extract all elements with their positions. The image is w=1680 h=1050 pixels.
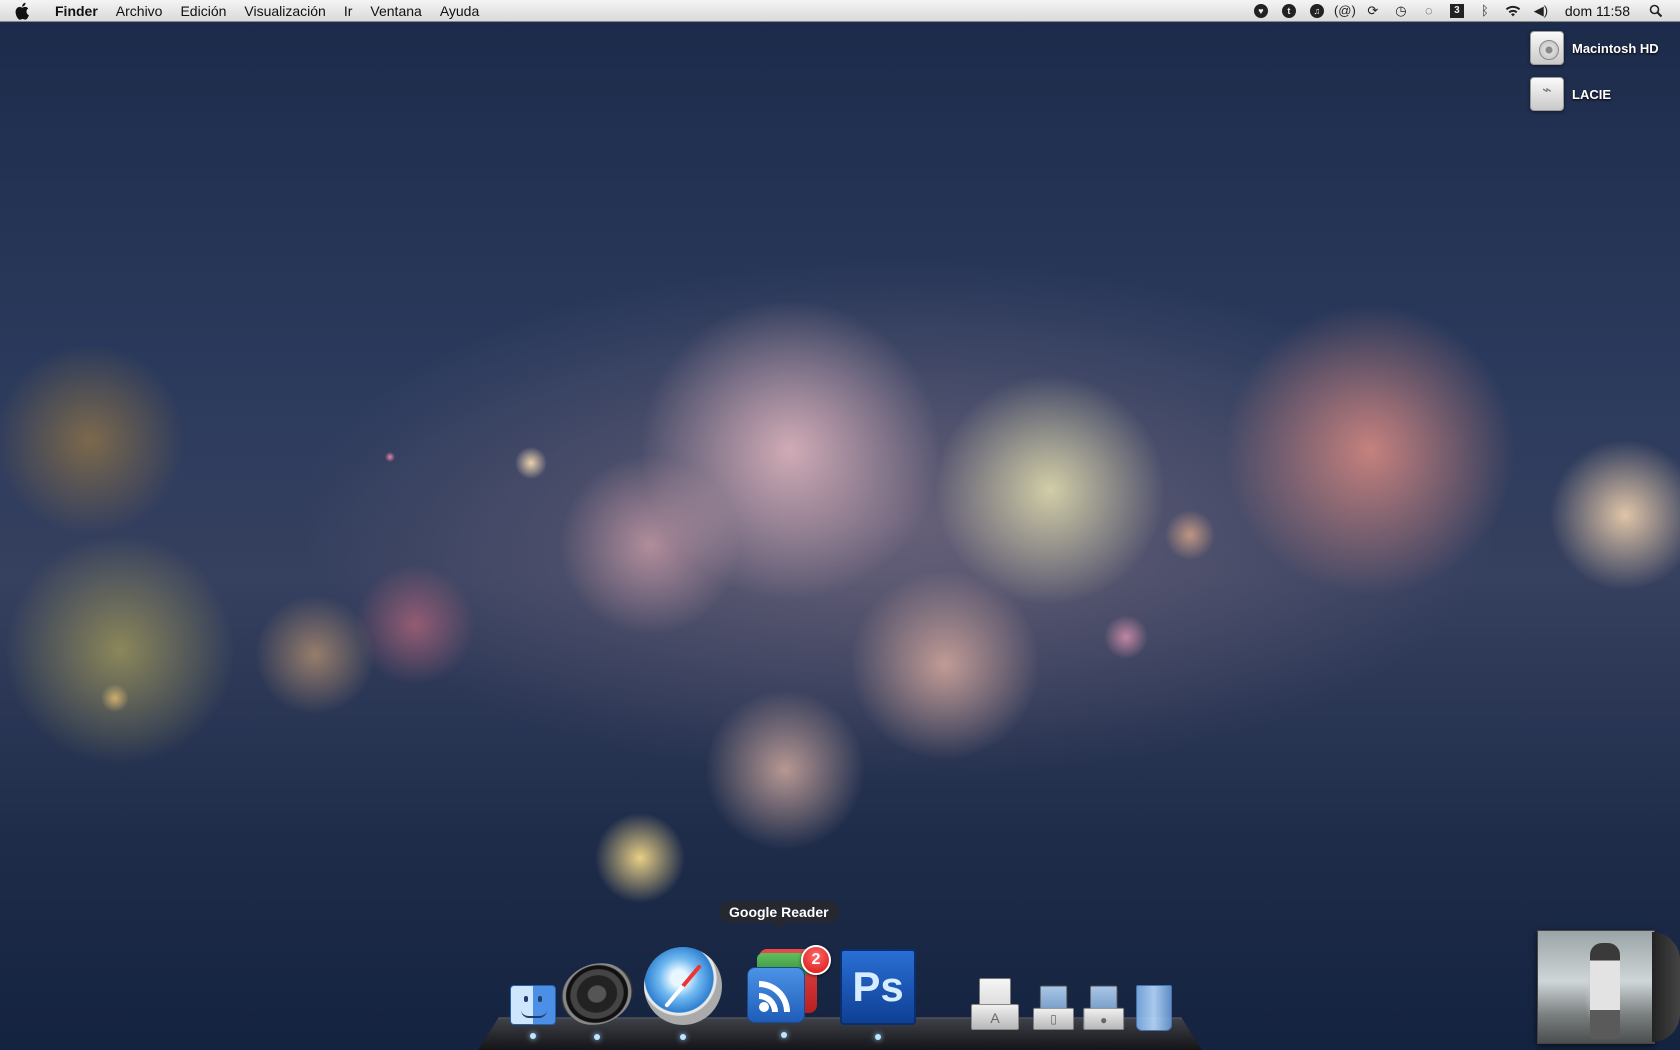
sync-icon[interactable]: ⟳ [1359,0,1387,22]
dock-stack-downloads[interactable]: ● [1080,982,1125,1032]
desktop-drive-macintosh-hd[interactable]: Macintosh HD [1530,28,1680,68]
spotlight-icon[interactable] [1642,0,1670,22]
menu-ayuda[interactable]: Ayuda [431,0,488,22]
safari-icon [644,947,722,1025]
downloads-stack-icon: ● [1083,984,1125,1030]
dock-item-google-reader[interactable]: 2 [742,944,831,1038]
menu-archivo[interactable]: Archivo [107,0,172,22]
finder-icon [510,985,556,1025]
apple-menu-icon[interactable] [0,2,46,20]
documents-stack-icon: ▯ [1033,984,1074,1030]
at-icon[interactable]: (@) [1331,0,1359,22]
volume-icon[interactable]: ◀) [1527,0,1555,22]
album-art[interactable] [1537,930,1655,1044]
running-indicator [781,1032,787,1038]
menu-ventana[interactable]: Ventana [361,0,430,22]
running-indicator [680,1034,686,1040]
heart-icon[interactable]: ♥ [1247,0,1275,22]
hard-drive-icon [1530,31,1564,65]
usb-drive-icon [1530,77,1564,111]
rss-reader-icon: 2 [747,945,831,1023]
trash-icon [1136,985,1172,1031]
dock-item-trash[interactable] [1134,984,1174,1032]
wifi-icon[interactable] [1499,0,1527,22]
drive-label: LACIE [1572,86,1611,102]
battery-3-icon[interactable]: 3 [1443,0,1471,22]
rss-icon [759,981,790,1012]
menu-app-finder[interactable]: Finder [46,0,107,22]
vinyl-disc-icon [1652,932,1680,1042]
speech-bubble-icon[interactable]: ◌ [1415,0,1443,22]
applications-stack-icon: A [971,976,1019,1030]
running-indicator [530,1033,536,1039]
speaker-icon [552,953,642,1035]
dock-item-speaker[interactable] [552,953,642,1040]
menu-ir[interactable]: Ir [335,0,362,22]
running-indicator [594,1034,600,1040]
menu-clock[interactable]: dom 11:58 [1555,3,1642,19]
dock-tooltip: Google Reader [719,901,839,929]
dock-item-finder[interactable] [509,985,557,1039]
dock-stack-applications[interactable]: A [970,975,1020,1031]
status-badge: 3 [1449,3,1464,18]
unread-badge: 2 [801,945,831,975]
twitter-icon[interactable]: t [1275,0,1303,22]
time-machine-icon[interactable]: ◷ [1387,0,1415,22]
dock-stack-documents[interactable]: ▯ [1030,982,1074,1032]
dock-item-safari[interactable] [643,946,723,1040]
bluetooth-icon[interactable]: ᛒ [1471,0,1499,22]
desktop-drive-lacie[interactable]: LACIE [1530,74,1680,114]
dock-item-photoshop[interactable]: Ps [839,948,917,1040]
photoshop-icon: Ps [840,949,916,1025]
drive-label: Macintosh HD [1572,40,1659,56]
running-indicator [875,1034,881,1040]
itunes-icon[interactable]: ♫ [1303,0,1331,22]
menu-edicion[interactable]: Edición [171,0,235,22]
album-art-icon [1590,943,1620,1039]
status-menus: ♥ t ♫ (@) ⟳ ◷ ◌ 3 ᛒ ◀) dom 11:58 [1247,0,1680,22]
menu-visualizacion[interactable]: Visualización [235,0,334,22]
menu-bar: Finder Archivo Edición Visualización Ir … [0,0,1680,22]
